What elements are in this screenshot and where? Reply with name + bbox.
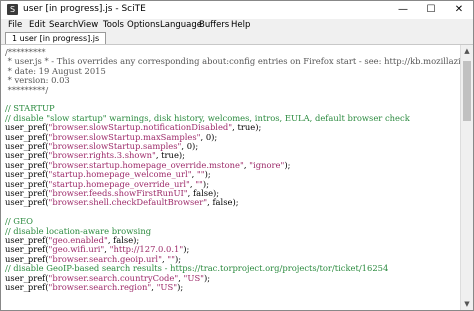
code-line: user_pref("browser.shell.checkDefaultBro…: [5, 198, 239, 207]
code-token: user_pref(: [5, 282, 49, 292]
code-editor[interactable]: /********* * user.js * - This overrides …: [1, 45, 461, 310]
code-token: user_pref(: [5, 197, 49, 208]
tab-user-js[interactable]: 1 user [in progress].js: [5, 32, 107, 44]
menu-language[interactable]: Language: [160, 19, 202, 32]
code-token: "browser.search.region": [48, 282, 152, 292]
menu-search[interactable]: Search: [49, 19, 78, 32]
close-button[interactable]: ✕: [445, 1, 473, 19]
maximize-button[interactable]: ☐: [417, 1, 445, 19]
menu-buffers[interactable]: Buffers: [199, 19, 229, 32]
vertical-scrollbar[interactable]: ▲ ▼: [460, 45, 473, 310]
app-window: S user [in progress].js - SciTE — ☐ ✕ Fi…: [0, 0, 474, 311]
code-token: "browser.shell.checkDefaultBrowser": [48, 197, 208, 208]
menu-file[interactable]: File: [8, 19, 22, 32]
code-line: user_pref("browser.search.region", "US")…: [5, 282, 184, 292]
menu-help[interactable]: Help: [231, 19, 250, 32]
menu-bar: File Edit Search View Tools Options Lang…: [1, 19, 473, 32]
minimize-button[interactable]: —: [389, 1, 417, 19]
code-token: , false);: [207, 197, 239, 208]
scroll-up-icon[interactable]: ▲: [461, 45, 473, 57]
scrollbar-thumb[interactable]: [463, 61, 471, 121]
menu-tools[interactable]: Tools: [103, 19, 124, 32]
code-token: "ignore": [249, 159, 285, 170]
code-token: "US": [183, 272, 205, 283]
code-token: );: [204, 272, 211, 283]
scroll-down-icon[interactable]: ▼: [461, 298, 473, 310]
window-title: user [in progress].js - SciTE: [23, 4, 146, 14]
code-token: , 0);: [200, 131, 218, 142]
scite-app-icon: S: [7, 4, 18, 15]
code-token: );: [183, 244, 190, 255]
code-token: , true);: [232, 122, 262, 133]
code-token: "US": [156, 282, 178, 292]
code-token: );: [177, 282, 184, 292]
code-token: );: [284, 159, 291, 170]
code-token: *********/: [5, 84, 49, 95]
menu-edit[interactable]: Edit: [29, 19, 45, 32]
tab-bar: 1 user [in progress].js: [1, 32, 473, 45]
menu-view[interactable]: View: [78, 19, 98, 32]
title-bar[interactable]: S user [in progress].js - SciTE — ☐ ✕: [1, 1, 473, 19]
code-line: *********/: [5, 84, 49, 95]
menu-options[interactable]: Options: [127, 19, 160, 32]
